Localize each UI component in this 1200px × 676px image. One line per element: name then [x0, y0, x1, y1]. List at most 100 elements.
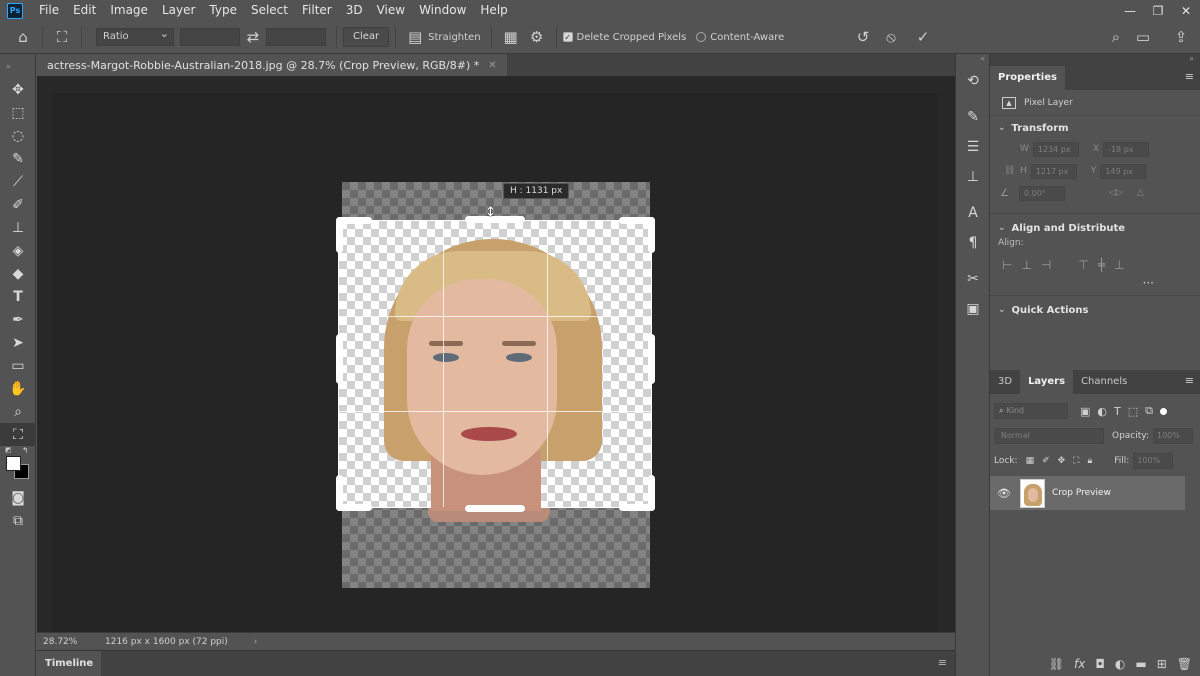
lock-position-icon[interactable]: ✥: [1058, 456, 1066, 466]
filter-shape-icon[interactable]: ⬚: [1128, 405, 1138, 418]
paragraph-icon[interactable]: ¶: [956, 228, 990, 258]
menu-window[interactable]: Window: [412, 0, 473, 21]
move-tool-icon[interactable]: ✥: [0, 78, 36, 101]
height-ratio-field[interactable]: [266, 28, 326, 46]
link-layers-icon[interactable]: ⛓: [1049, 657, 1064, 671]
menu-view[interactable]: View: [370, 0, 412, 21]
close-button[interactable]: ✕: [1172, 0, 1200, 21]
lock-pixels-icon[interactable]: ✐: [1042, 456, 1050, 466]
quick-mask-icon[interactable]: ◙: [0, 486, 36, 509]
crop-handle-bottom-left-v[interactable]: [336, 475, 343, 511]
swap-colors-icon[interactable]: ↰: [22, 446, 29, 455]
menu-layer[interactable]: Layer: [155, 0, 202, 21]
layer-row[interactable]: 👁︎ Crop Preview: [990, 476, 1185, 510]
collapse-chevron-icon[interactable]: »: [0, 54, 35, 78]
status-menu-arrow-icon[interactable]: ›: [254, 637, 258, 647]
menu-image[interactable]: Image: [103, 0, 155, 21]
paint-bucket-tool-icon[interactable]: ◆: [0, 262, 36, 285]
filter-toggle-icon[interactable]: [1160, 407, 1168, 415]
filter-adjustment-icon[interactable]: ◐: [1097, 405, 1107, 418]
quick-selection-tool-icon[interactable]: ✎: [0, 147, 36, 170]
clone-source-icon[interactable]: ⊥: [956, 162, 990, 192]
close-tab-icon[interactable]: ✕: [488, 55, 496, 76]
zoom-level[interactable]: 28.72%: [43, 637, 103, 647]
flip-horizontal-icon[interactable]: ◁▷: [1109, 188, 1123, 198]
screen-mode-icon[interactable]: ⧉: [0, 509, 36, 532]
menu-help[interactable]: Help: [473, 0, 514, 21]
menu-type[interactable]: Type: [202, 0, 244, 21]
home-icon[interactable]: ⌂: [10, 24, 36, 50]
lock-all-icon[interactable]: 🔒︎: [1087, 456, 1092, 466]
transform-section-header[interactable]: ⌄ Transform: [990, 118, 1200, 138]
fill-field[interactable]: 100%: [1133, 453, 1174, 469]
reset-icon[interactable]: ↺: [850, 24, 876, 50]
lasso-tool-icon[interactable]: ◌: [0, 124, 36, 147]
eyedropper-tool-icon[interactable]: ⟋: [0, 170, 36, 193]
document-tab[interactable]: actress-Margot-Robbie-Australian-2018.jp…: [37, 54, 507, 76]
panel-menu-icon[interactable]: ≡: [1185, 374, 1194, 387]
tab-channels[interactable]: Channels: [1073, 370, 1135, 394]
straighten-label[interactable]: Straighten: [428, 32, 480, 43]
tab-3d[interactable]: 3D: [990, 370, 1020, 394]
link-icon[interactable]: ⛓: [1004, 166, 1015, 176]
history-icon[interactable]: ⟲: [956, 66, 990, 96]
timeline-tab[interactable]: Timeline: [37, 651, 102, 676]
align-top-icon[interactable]: ⊤: [1078, 258, 1088, 272]
minimize-button[interactable]: —: [1116, 0, 1144, 21]
filter-smart-object-icon[interactable]: ⧉: [1145, 404, 1153, 418]
menu-select[interactable]: Select: [244, 0, 295, 21]
stamp-tool-icon[interactable]: ⊥: [0, 216, 36, 239]
crop-tool-icon[interactable]: ⛶: [0, 423, 36, 446]
zoom-tool-icon[interactable]: ⌕: [0, 400, 36, 423]
flip-vertical-icon[interactable]: △: [1137, 188, 1144, 198]
overlay-grid-icon[interactable]: ▦: [498, 24, 524, 50]
align-middle-vertical-icon[interactable]: ╪: [1098, 258, 1105, 272]
align-section-header[interactable]: ⌄ Align and Distribute: [990, 218, 1200, 238]
align-left-icon[interactable]: ⊢: [1002, 258, 1012, 272]
delete-layer-icon[interactable]: 🗑︎: [1177, 657, 1192, 671]
gear-icon[interactable]: ⚙: [524, 24, 550, 50]
collapse-chevron-icon[interactable]: «: [956, 54, 989, 66]
workspace-icon[interactable]: ▭: [1130, 24, 1156, 50]
menu-3d[interactable]: 3D: [339, 0, 370, 21]
lock-transparent-icon[interactable]: ▦: [1026, 456, 1035, 466]
crop-handle-bottom-right-v[interactable]: [648, 475, 655, 511]
filter-pixel-icon[interactable]: ▣: [1080, 405, 1090, 418]
brush-settings-icon[interactable]: ✎: [956, 102, 990, 132]
add-mask-icon[interactable]: ◘: [1095, 657, 1105, 671]
align-right-icon[interactable]: ⊣: [1041, 258, 1051, 272]
chevron-down-icon[interactable]: ⌄: [998, 305, 1006, 315]
swap-icon[interactable]: ⇄: [240, 24, 266, 50]
tools-icon[interactable]: ✂: [956, 264, 990, 294]
ratio-select[interactable]: Ratio: [96, 26, 174, 46]
default-colors-icon[interactable]: ◩: [5, 446, 12, 454]
adjustments-icon[interactable]: ☰: [956, 132, 990, 162]
eraser-tool-icon[interactable]: ◈: [0, 239, 36, 262]
layer-name[interactable]: Crop Preview: [1052, 488, 1111, 498]
restore-button[interactable]: ❐: [1144, 0, 1172, 21]
crop-box[interactable]: [338, 220, 652, 511]
character-icon[interactable]: A: [956, 198, 990, 228]
angle-field[interactable]: 0.00°: [1018, 185, 1065, 201]
type-tool-icon[interactable]: T: [0, 285, 36, 308]
crop-handle-top-left-v[interactable]: [336, 217, 343, 253]
menu-filter[interactable]: Filter: [295, 0, 339, 21]
path-selection-tool-icon[interactable]: ➤: [0, 331, 36, 354]
delete-cropped-pixels-checkbox[interactable]: ✓ Delete Cropped Pixels: [562, 32, 686, 43]
crop-tool-preset-icon[interactable]: ⛶: [49, 24, 75, 50]
tab-layers[interactable]: Layers: [1020, 370, 1074, 394]
crop-handle-top-right-v[interactable]: [648, 217, 655, 253]
align-center-horizontal-icon[interactable]: ⊥: [1021, 258, 1031, 272]
layer-style-icon[interactable]: fx: [1074, 657, 1085, 671]
quick-actions-section-header[interactable]: ⌄ Quick Actions: [990, 300, 1200, 320]
menu-file[interactable]: File: [32, 0, 66, 21]
search-icon[interactable]: ⌕: [1103, 24, 1129, 50]
content-aware-checkbox[interactable]: Content-Aware: [696, 32, 784, 43]
color-swatches[interactable]: ◩ ↰: [0, 446, 36, 486]
clear-button[interactable]: Clear: [343, 27, 390, 47]
filter-type-icon[interactable]: T: [1114, 405, 1121, 418]
share-icon[interactable]: ⇪: [1168, 24, 1194, 50]
new-group-icon[interactable]: ▬: [1135, 657, 1146, 671]
new-layer-icon[interactable]: ⊞: [1157, 657, 1167, 671]
layer-kind-filter[interactable]: ⌕ Kind: [994, 403, 1068, 419]
